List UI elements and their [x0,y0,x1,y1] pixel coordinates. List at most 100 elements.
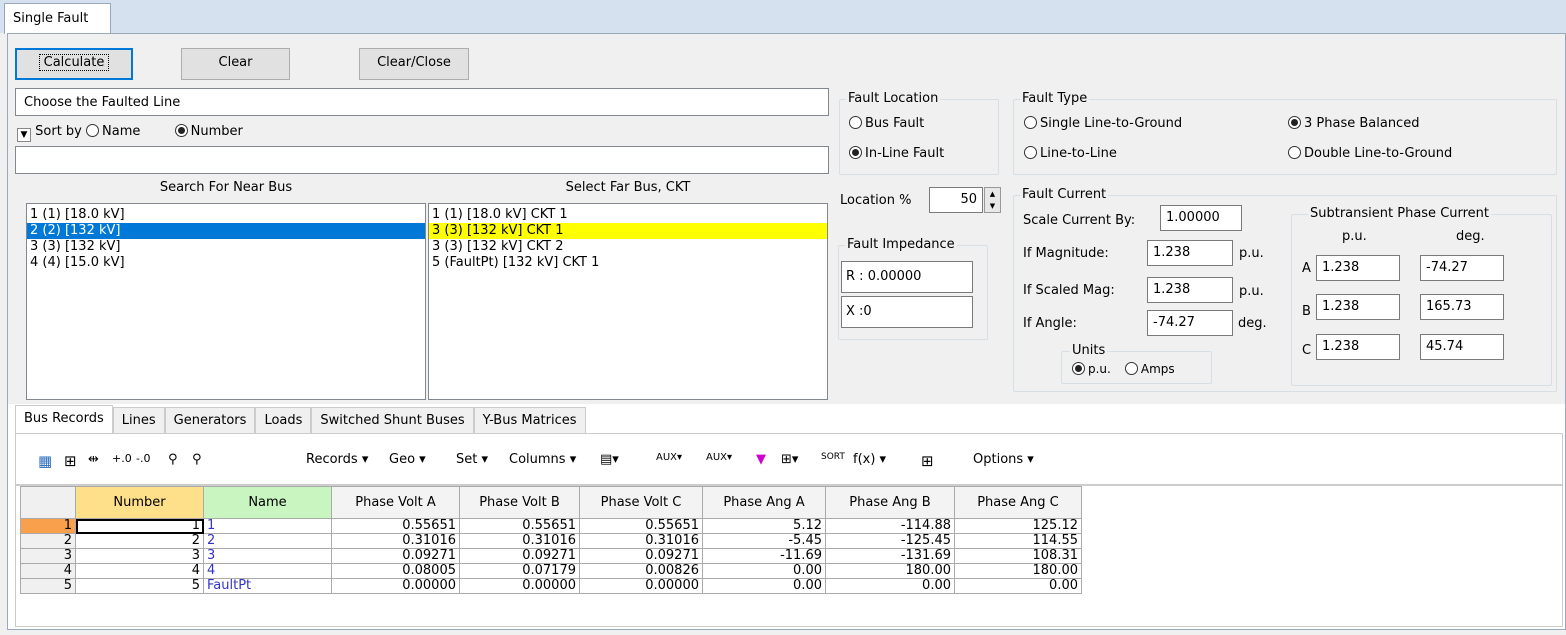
list-item[interactable]: 1 (1) [18.0 kV] [27,207,425,223]
phase-b-pu[interactable]: 1.238 [1316,294,1400,320]
dlg-radio[interactable] [1288,146,1301,159]
table-format-icon[interactable]: ▤▾ [600,452,619,467]
tab-loads[interactable]: Loads [255,407,312,435]
columns-grid-icon[interactable]: ⊞▾ [781,452,798,467]
col-name[interactable]: Name [203,486,332,519]
tab-generators[interactable]: Generators [164,407,256,435]
list-item[interactable]: 2 (2) [132 kV] [27,223,425,239]
col-phase-volt-c[interactable]: Phase Volt C [579,486,703,519]
ang-b-cell[interactable]: 180.00 [825,563,955,579]
name-cell[interactable]: 1 [203,518,332,534]
volt-a-cell[interactable]: 0.08005 [331,563,460,579]
inline-fault-radio[interactable] [849,146,862,159]
col-phase-ang-b[interactable]: Phase Ang B [825,486,955,519]
ang-a-cell[interactable]: -11.69 [702,548,826,564]
clear-close-button[interactable]: Clear/Close [359,48,469,80]
units-pu-radio[interactable] [1072,362,1085,375]
list-item[interactable]: 3 (3) [132 kV] [27,239,425,255]
col-number[interactable]: Number [75,486,204,519]
ang-b-cell[interactable]: -131.69 [825,548,955,564]
row-header[interactable]: 1 [20,518,76,534]
list-item[interactable]: 1 (1) [18.0 kV] CKT 1 [429,207,827,223]
list-item[interactable]: 3 (3) [132 kV] CKT 1 [429,223,827,239]
three-phase-radio[interactable] [1288,116,1301,129]
scale-input[interactable]: 1.00000 [1160,205,1242,231]
near-bus-list[interactable]: 1 (1) [18.0 kV] 2 (2) [132 kV] 3 (3) [13… [26,203,426,400]
col-phase-volt-a[interactable]: Phase Volt A [331,486,460,519]
options-menu[interactable]: Options ▾ [973,452,1034,467]
row-header[interactable]: 5 [20,578,76,594]
volt-a-cell[interactable]: 0.09271 [331,548,460,564]
col-phase-ang-c[interactable]: Phase Ang C [954,486,1082,519]
split-columns-icon[interactable]: ⇹ [88,452,99,467]
opt-table-icon[interactable]: ⊞ [64,452,77,470]
number-cell[interactable]: 5 [75,578,204,594]
calculate-button[interactable]: Calculate [15,48,133,80]
mag-input[interactable]: 1.238 [1147,240,1233,266]
table-row[interactable]: 4 4 4 0.08005 0.07179 0.00826 0.00 180.0… [20,563,1082,579]
ll-radio[interactable] [1024,146,1037,159]
table-row[interactable]: 3 3 3 0.09271 0.09271 0.09271 -11.69 -13… [20,548,1082,564]
x-field[interactable]: X :0 [841,296,973,328]
columns-menu[interactable]: Columns ▾ [509,452,576,467]
name-cell[interactable]: 4 [203,563,332,579]
ang-c-cell[interactable]: 180.00 [954,563,1082,579]
grid-view-icon[interactable]: ▦ [38,452,52,470]
volt-c-cell[interactable]: 0.55651 [579,518,703,534]
tab-bus-records[interactable]: Bus Records [15,405,113,435]
ang-c-cell[interactable]: 114.55 [954,533,1082,549]
decrease-decimals-icon[interactable]: -.0 [136,452,150,465]
list-item[interactable]: 4 (4) [15.0 kV] [27,255,425,271]
location-pct-input[interactable]: 50 [929,187,983,213]
ang-b-cell[interactable]: -125.45 [825,533,955,549]
volt-a-cell[interactable]: 0.00000 [331,578,460,594]
volt-a-cell[interactable]: 0.31016 [331,533,460,549]
volt-b-cell[interactable]: 0.31016 [459,533,580,549]
bus-fault-radio[interactable] [849,116,862,129]
table-row[interactable]: 2 2 2 0.31016 0.31016 0.31016 -5.45 -125… [20,533,1082,549]
tab-switched-shunt-buses[interactable]: Switched Shunt Buses [311,407,474,435]
tab-single-fault[interactable]: Single Fault [4,3,111,34]
row-header[interactable]: 4 [20,563,76,579]
find-abcd-icon[interactable]: ⚲ [192,452,202,467]
volt-b-cell[interactable]: 0.55651 [459,518,580,534]
name-cell[interactable]: 2 [203,533,332,549]
row-header[interactable]: 3 [20,548,76,564]
volt-c-cell[interactable]: 0.00826 [579,563,703,579]
geo-menu[interactable]: Geo ▾ [389,452,426,467]
chevron-down-icon[interactable]: ▼ [17,128,31,142]
table-row[interactable]: 1 1 1 0.55651 0.55651 0.55651 5.12 -114.… [20,518,1082,534]
volt-b-cell[interactable]: 0.09271 [459,548,580,564]
volt-c-cell[interactable]: 0.09271 [579,548,703,564]
clear-button[interactable]: Clear [181,48,290,80]
far-bus-list[interactable]: 1 (1) [18.0 kV] CKT 1 3 (3) [132 kV] CKT… [428,203,828,400]
aux-import-icon[interactable]: AUX▾ [706,452,732,463]
number-cell[interactable]: 3 [75,548,204,564]
aux-export-icon[interactable]: AUX▾ [656,452,682,463]
binoculars-icon[interactable]: ⚲ [168,452,178,467]
set-menu[interactable]: Set ▾ [456,452,488,467]
units-amps-radio[interactable] [1124,362,1138,375]
increase-decimals-icon[interactable]: +.0 [112,452,132,465]
phase-b-deg[interactable]: 165.73 [1420,294,1504,320]
tab-y-bus-matrices[interactable]: Y-Bus Matrices [473,407,586,435]
table-row[interactable]: 5 5 FaultPt 0.00000 0.00000 0.00000 0.00… [20,578,1082,594]
volt-c-cell[interactable]: 0.00000 [579,578,703,594]
col-phase-ang-a[interactable]: Phase Ang A [702,486,826,519]
name-cell[interactable]: 3 [203,548,332,564]
number-cell[interactable]: 4 [75,563,204,579]
row-header[interactable]: 2 [20,533,76,549]
table-icon[interactable]: ⊞ [921,452,934,470]
volt-a-cell[interactable]: 0.55651 [331,518,460,534]
sort-icon[interactable]: SORT [821,452,845,462]
phase-c-deg[interactable]: 45.74 [1420,334,1504,360]
number-cell[interactable]: 2 [75,533,204,549]
r-field[interactable]: R : 0.00000 [841,261,973,293]
list-item[interactable]: 5 (FaultPt) [132 kV] CKT 1 [429,255,827,271]
ang-b-cell[interactable]: -114.88 [825,518,955,534]
ang-c-cell[interactable]: 125.12 [954,518,1082,534]
angle-input[interactable]: -74.27 [1147,310,1233,336]
ang-a-cell[interactable]: 5.12 [702,518,826,534]
volt-c-cell[interactable]: 0.31016 [579,533,703,549]
location-spinner[interactable]: ▲ ▼ [984,187,1001,213]
